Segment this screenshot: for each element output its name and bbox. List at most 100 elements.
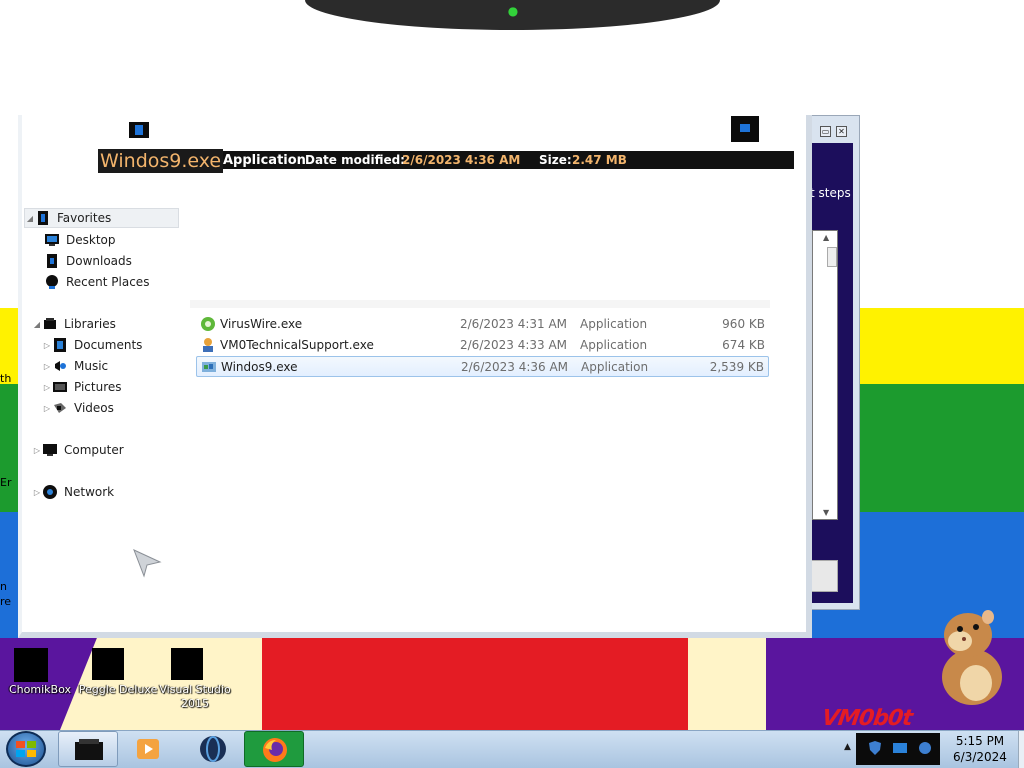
nav-item-downloads[interactable]: Downloads <box>44 251 132 271</box>
file-name: Windos9.exe <box>221 360 298 374</box>
taskbar-clock[interactable]: 5:15 PM 6/3/2024 <box>940 731 1020 767</box>
desktop-icon-label: ChomikBox <box>9 683 71 696</box>
firefox-icon <box>263 738 287 762</box>
nav-item-music[interactable]: ▷ Music <box>42 356 108 376</box>
nav-item-label: Music <box>74 359 109 373</box>
nav-item-pictures[interactable]: ▷ Pictures <box>42 377 122 397</box>
star-icon <box>35 210 51 226</box>
file-date: 2/6/2023 4:36 AM <box>461 360 569 374</box>
green-gear-icon <box>200 316 216 332</box>
nav-libraries[interactable]: ◢ Libraries <box>32 314 116 334</box>
nav-item-label: Recent Places <box>66 275 150 289</box>
wallpaper-art-red <box>262 638 692 730</box>
details-date-modified-label: Date modified: <box>305 153 405 167</box>
status-light-icon: ● <box>507 4 519 18</box>
nav-item-videos[interactable]: ▷ Videos <box>42 398 114 418</box>
nav-item-documents[interactable]: ▷ Documents <box>42 335 142 355</box>
nav-item-label: Downloads <box>66 254 132 268</box>
collapse-icon[interactable]: ▷ <box>42 383 52 392</box>
wallpaper-art-right <box>688 638 766 730</box>
globe-icon <box>200 736 226 762</box>
edge-text: re <box>0 595 12 608</box>
preview-pane-icon[interactable] <box>731 116 759 142</box>
recent-places-icon <box>44 274 60 290</box>
network-icon <box>42 484 58 500</box>
mouse-cursor-icon <box>132 548 162 581</box>
window-icon <box>129 122 149 138</box>
brand-logo-text: VM0b0t <box>820 706 914 731</box>
close-icon[interactable]: ✕ <box>836 126 847 137</box>
pictures-icon <box>52 379 68 395</box>
libraries-icon <box>42 316 58 332</box>
file-date: 2/6/2023 4:33 AM <box>460 338 568 352</box>
nav-item-label: Videos <box>74 401 114 415</box>
desktop-icon-chomikbox[interactable]: ChomikBox <box>0 640 80 712</box>
nav-item-recent-places[interactable]: Recent Places <box>44 272 149 292</box>
taskbar-firefox-button[interactable] <box>244 731 304 767</box>
details-size-value: 2.47 MB <box>572 153 627 167</box>
desktop-icon-label: Peggle Deluxe <box>78 683 158 696</box>
file-list-header-strip <box>190 300 770 308</box>
file-size: 674 KB <box>722 338 765 352</box>
desktop-icon-label: Visual Studio 2015 <box>159 683 231 710</box>
clock-date: 6/3/2024 <box>953 750 1007 764</box>
explorer-icon <box>75 739 103 760</box>
nav-computer[interactable]: ▷ Computer <box>32 440 124 460</box>
media-player-icon <box>137 739 159 759</box>
collapse-icon[interactable]: ▷ <box>32 446 42 455</box>
file-type: Application <box>580 317 648 331</box>
file-row-selected[interactable]: Windos9.exe 2/6/2023 4:36 AM Application… <box>196 356 769 377</box>
show-desktop-button[interactable] <box>1018 731 1024 768</box>
collapse-icon[interactable]: ▷ <box>42 404 52 413</box>
display-icon[interactable] <box>892 742 908 754</box>
desktop-icon-peggle[interactable]: Peggle Deluxe <box>78 640 158 712</box>
nav-favorites-label: Favorites <box>57 211 112 225</box>
peggle-icon <box>92 648 124 680</box>
nav-favorites[interactable]: ◢ Favorites <box>24 208 179 228</box>
file-row[interactable]: VirusWire.exe 2/6/2023 4:31 AM Applicati… <box>196 314 769 335</box>
collapse-icon[interactable]: ▷ <box>42 362 52 371</box>
nav-item-label: Desktop <box>66 233 116 247</box>
chomikbox-icon <box>14 648 48 682</box>
collapse-icon[interactable]: ▷ <box>32 488 42 497</box>
desktop-icon-visual-studio[interactable]: Visual Studio 2015 <box>155 640 235 712</box>
file-row[interactable]: VM0TechnicalSupport.exe 2/6/2023 4:33 AM… <box>196 335 769 356</box>
visual-studio-icon <box>171 648 203 680</box>
edge-text: n <box>0 580 7 593</box>
windows-icon <box>201 359 217 375</box>
taskbar-media-player-button[interactable] <box>118 731 178 767</box>
collapse-icon[interactable]: ▷ <box>42 341 52 350</box>
nav-network[interactable]: ▷ Network <box>32 482 114 502</box>
shield-icon[interactable] <box>868 740 882 756</box>
file-details-bar: Windos9.exe Application Date modified: 2… <box>98 149 794 173</box>
tray-expand-icon[interactable]: ▲ <box>844 742 851 752</box>
scroll-down-icon[interactable]: ▼ <box>823 508 829 517</box>
nav-item-label: Pictures <box>74 380 122 394</box>
details-file-name: Windos9.exe <box>98 149 224 173</box>
network-tray-icon[interactable] <box>918 740 932 756</box>
edge-text: th <box>0 372 12 385</box>
videos-icon <box>52 400 68 416</box>
file-type: Application <box>580 338 648 352</box>
edge-text: Er <box>0 476 12 489</box>
file-date: 2/6/2023 4:31 AM <box>460 317 568 331</box>
music-icon <box>52 358 68 374</box>
taskbar-globe-button[interactable] <box>183 731 243 767</box>
file-size: 960 KB <box>722 317 765 331</box>
system-tray[interactable] <box>856 733 940 765</box>
details-size-label: Size: <box>539 153 572 167</box>
scroll-up-icon[interactable]: ▲ <box>823 233 829 242</box>
file-type: Application <box>581 360 649 374</box>
details-date-modified-value: 2/6/2023 4:36 AM <box>402 153 521 167</box>
nav-item-desktop[interactable]: Desktop <box>44 230 116 250</box>
taskbar-explorer-button[interactable] <box>58 731 118 767</box>
restore-icon[interactable]: ▭ <box>820 126 831 137</box>
background-window-button[interactable] <box>812 560 838 592</box>
support-person-icon <box>200 337 216 353</box>
file-size: 2,539 KB <box>709 360 764 374</box>
expand-icon[interactable]: ◢ <box>32 320 42 329</box>
expand-icon[interactable]: ◢ <box>25 214 35 223</box>
scroll-thumb[interactable] <box>827 247 837 267</box>
background-window-scrollbox[interactable]: ▲ ▼ <box>812 230 838 520</box>
clock-time: 5:15 PM <box>955 734 1005 748</box>
